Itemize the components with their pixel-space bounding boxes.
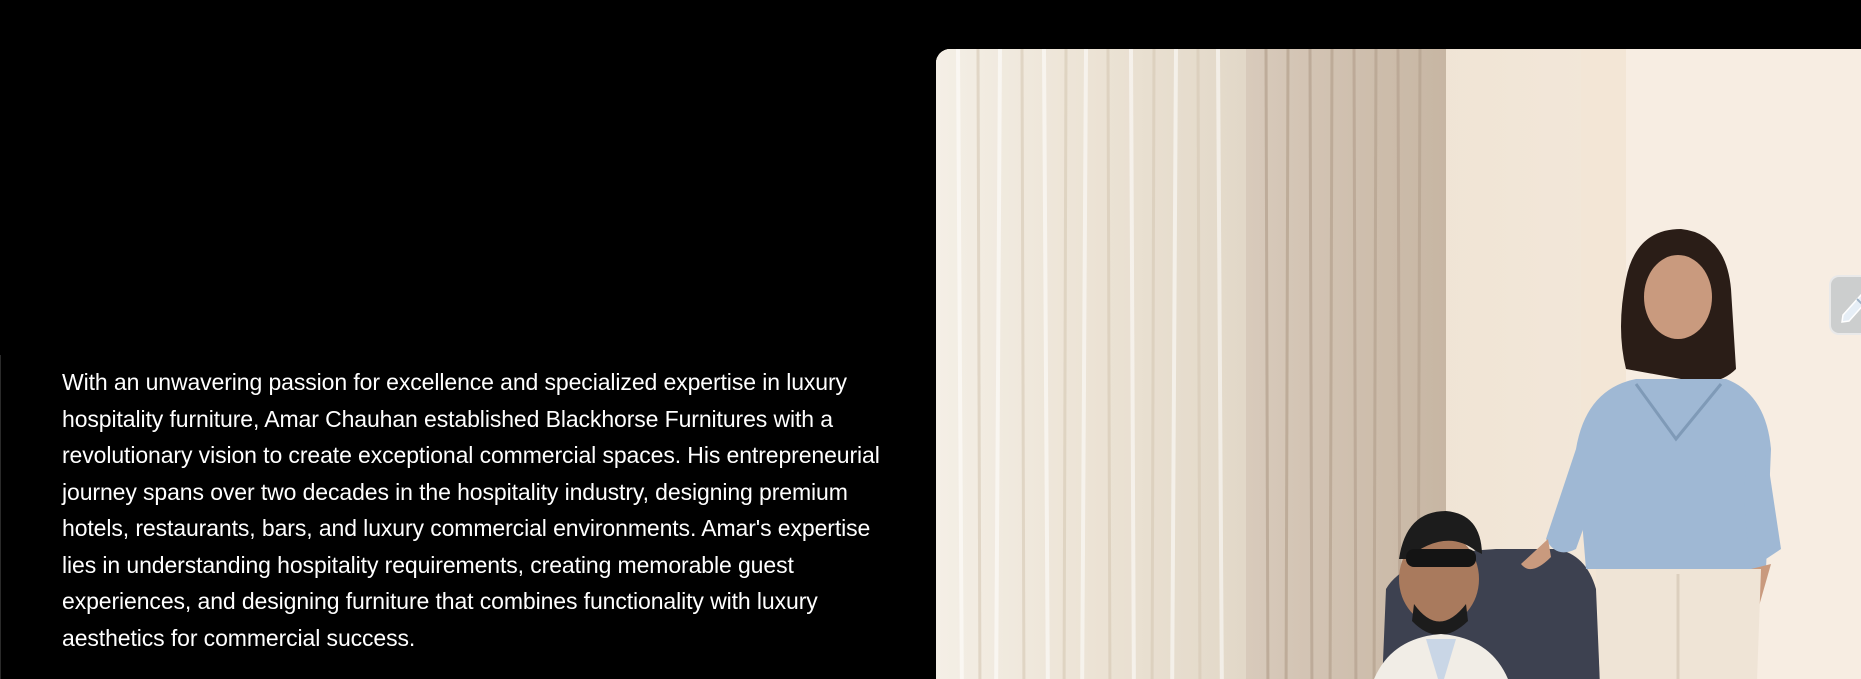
divider bbox=[0, 355, 1, 679]
pencil-icon bbox=[1841, 293, 1861, 323]
founders-photo-illustration bbox=[936, 49, 1861, 679]
founders-photo bbox=[936, 49, 1861, 679]
edit-button[interactable] bbox=[1829, 275, 1861, 335]
founder-bio-paragraph: With an unwavering passion for excellenc… bbox=[62, 369, 880, 651]
about-section: With an unwavering passion for excellenc… bbox=[0, 0, 1861, 679]
